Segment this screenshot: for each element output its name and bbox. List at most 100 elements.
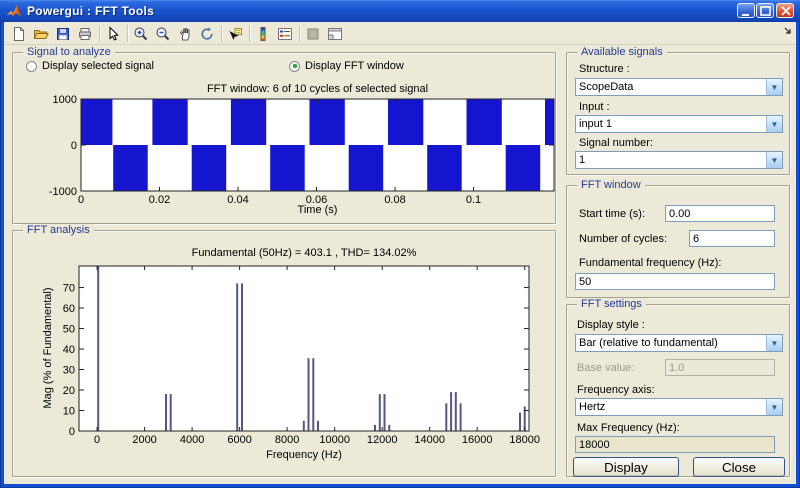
title-bar[interactable]: Powergui : FFT Tools [0, 0, 800, 22]
zoom-out-button[interactable] [152, 23, 174, 44]
chevron-down-icon: ▼ [766, 335, 782, 351]
svg-text:1000: 1000 [53, 94, 77, 106]
svg-text:0: 0 [69, 426, 75, 438]
hide-plot-tools-button[interactable] [302, 23, 324, 44]
radio-display-selected-signal[interactable]: Display selected signal [26, 60, 154, 72]
max-frequency-label: Max Frequency (Hz): [577, 422, 680, 434]
chevron-down-icon: ▼ [766, 116, 782, 132]
save-floppy-icon [55, 26, 71, 42]
radio-display-fft-window[interactable]: Display FFT window [289, 60, 404, 72]
svg-text:-1000: -1000 [49, 186, 77, 198]
toolbar-separator [99, 25, 101, 42]
svg-text:70: 70 [63, 283, 75, 295]
data-cursor-button[interactable] [224, 23, 246, 44]
zoom-out-icon [155, 26, 171, 42]
data-cursor-icon [227, 26, 243, 42]
svg-text:60: 60 [63, 303, 75, 315]
available-signals-group: Available signals Structure : ScopeData … [566, 52, 790, 175]
legend-icon [277, 26, 293, 42]
structure-select[interactable]: ScopeData ▼ [575, 78, 783, 96]
structure-value: ScopeData [576, 81, 766, 93]
svg-text:10: 10 [63, 406, 75, 418]
show-plot-tools-button[interactable] [324, 23, 346, 44]
show-plot-tools-icon [327, 26, 343, 42]
save-figure-button[interactable] [52, 23, 74, 44]
fundamental-frequency-label: Fundamental frequency (Hz): [579, 257, 721, 269]
input-select[interactable]: input 1 ▼ [575, 115, 783, 133]
colorbar-icon [255, 26, 271, 42]
toolbar-separator [127, 25, 129, 42]
fundamental-frequency-field[interactable] [575, 273, 775, 290]
structure-label: Structure : [579, 63, 630, 75]
frequency-axis-select[interactable]: Hertz ▼ [575, 398, 783, 416]
signal-xaxis-label: Time (s) [81, 204, 554, 216]
figure-toolbar [4, 22, 796, 45]
svg-text:30: 30 [63, 365, 75, 377]
minimize-button[interactable] [737, 3, 755, 18]
start-time-field[interactable] [665, 205, 775, 222]
zoom-in-button[interactable] [130, 23, 152, 44]
input-value: input 1 [576, 118, 766, 130]
arrow-cursor-button[interactable] [102, 23, 124, 44]
fft-settings-label: FFT settings [577, 298, 646, 310]
fft-plot-title: Fundamental (50Hz) = 403.1 , THD= 134.02… [79, 247, 529, 259]
input-label: Input : [579, 101, 610, 113]
fft-window-group: FFT window Start time (s): Number of cyc… [566, 185, 790, 298]
radio-circle-checked-icon [289, 61, 300, 72]
svg-text:4000: 4000 [180, 434, 204, 446]
radio-label: Display selected signal [42, 60, 154, 72]
svg-text:14000: 14000 [414, 434, 445, 446]
frequency-axis-label: Frequency axis: [577, 384, 655, 396]
frequency-axis-value: Hertz [576, 401, 766, 413]
zoom-in-icon [133, 26, 149, 42]
start-time-label: Start time (s): [579, 208, 645, 220]
signal-number-select[interactable]: 1 ▼ [575, 151, 783, 169]
svg-text:2000: 2000 [132, 434, 156, 446]
svg-text:50: 50 [63, 324, 75, 336]
printer-icon [77, 26, 93, 42]
toolbar-separator [221, 25, 223, 42]
base-value-label: Base value: [577, 362, 634, 374]
signal-group-label: Signal to analyze [23, 46, 115, 58]
fft-settings-group: FFT settings Display style : Bar (relati… [566, 304, 790, 477]
pan-hand-icon [177, 26, 193, 42]
svg-text:0: 0 [71, 140, 77, 152]
toolbar-separator [299, 25, 301, 42]
insert-legend-button[interactable] [274, 23, 296, 44]
toolbar-separator [249, 25, 251, 42]
pan-button[interactable] [174, 23, 196, 44]
powergui-fft-tools-window: Powergui : FFT Tools [0, 0, 800, 488]
close-button[interactable] [776, 3, 794, 18]
open-folder-icon [33, 26, 49, 42]
new-document-icon [11, 26, 27, 42]
maximize-button[interactable] [756, 3, 774, 18]
window-title: Powergui : FFT Tools [27, 4, 154, 18]
svg-text:6000: 6000 [227, 434, 251, 446]
svg-text:10000: 10000 [319, 434, 350, 446]
signal-to-analyze-group: Signal to analyze Display selected signa… [12, 52, 556, 224]
radio-circle-icon [26, 61, 37, 72]
radio-label: Display FFT window [305, 60, 404, 72]
max-frequency-field[interactable] [575, 436, 775, 453]
open-file-button[interactable] [30, 23, 52, 44]
base-value-field [665, 359, 775, 376]
close-dialog-button[interactable]: Close [693, 457, 785, 477]
svg-text:16000: 16000 [462, 434, 493, 446]
display-style-select[interactable]: Bar (relative to fundamental) ▼ [575, 334, 783, 352]
arrow-cursor-icon [105, 26, 121, 42]
insert-colorbar-button[interactable] [252, 23, 274, 44]
signal-waveform-plot: 00.020.040.060.080.1-100001000 [13, 91, 557, 221]
display-style-label: Display style : [577, 319, 645, 331]
fft-group-label: FFT analysis [23, 224, 94, 236]
matlab-app-icon [6, 3, 22, 19]
close-icon [777, 4, 795, 19]
fft-window-label: FFT window [577, 179, 645, 191]
toolbar-overflow-icon[interactable] [784, 27, 794, 37]
print-figure-button[interactable] [74, 23, 96, 44]
fft-analysis-group: FFT analysis Fundamental (50Hz) = 403.1 … [12, 230, 556, 477]
fft-spectrum-plot: 0200040006000800010000120001400016000180… [13, 259, 557, 459]
rotate-3d-button[interactable] [196, 23, 218, 44]
display-button[interactable]: Display [573, 457, 679, 477]
new-figure-button[interactable] [8, 23, 30, 44]
cycles-field[interactable] [689, 230, 775, 247]
